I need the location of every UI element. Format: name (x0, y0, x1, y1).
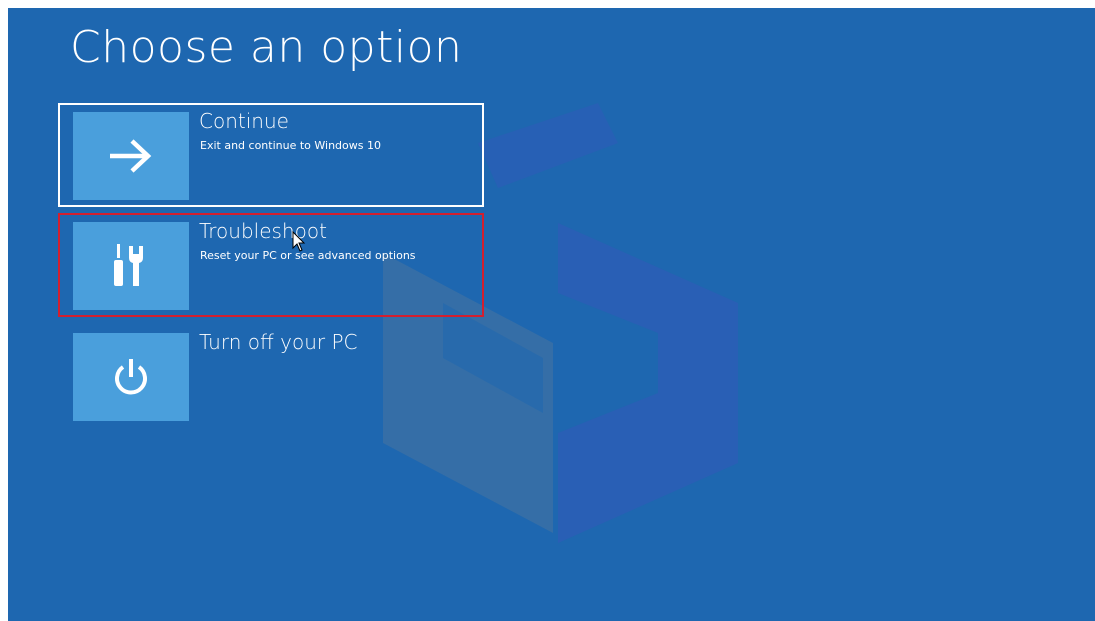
continue-description: Exit and continue to Windows 10 (200, 139, 381, 152)
turn-off-icon-tile (73, 333, 189, 421)
page-title: Choose an option (70, 22, 463, 73)
turn-off-label: Turn off your PC (199, 330, 358, 354)
recovery-screen: Choose an option Continue Exit and conti… (8, 8, 1095, 621)
turn-off-option[interactable]: Turn off your PC (58, 324, 484, 428)
continue-icon-tile (73, 112, 189, 200)
power-icon (115, 359, 147, 395)
troubleshoot-description: Reset your PC or see advanced options (200, 249, 416, 262)
troubleshoot-label: Troubleshoot (199, 219, 327, 243)
troubleshoot-icon-tile (73, 222, 189, 310)
continue-option[interactable]: Continue Exit and continue to Windows 10 (58, 103, 484, 207)
continue-label: Continue (199, 109, 289, 133)
troubleshoot-option[interactable]: Troubleshoot Reset your PC or see advanc… (58, 213, 484, 317)
arrow-right-icon (110, 139, 152, 173)
tools-icon (114, 244, 143, 286)
